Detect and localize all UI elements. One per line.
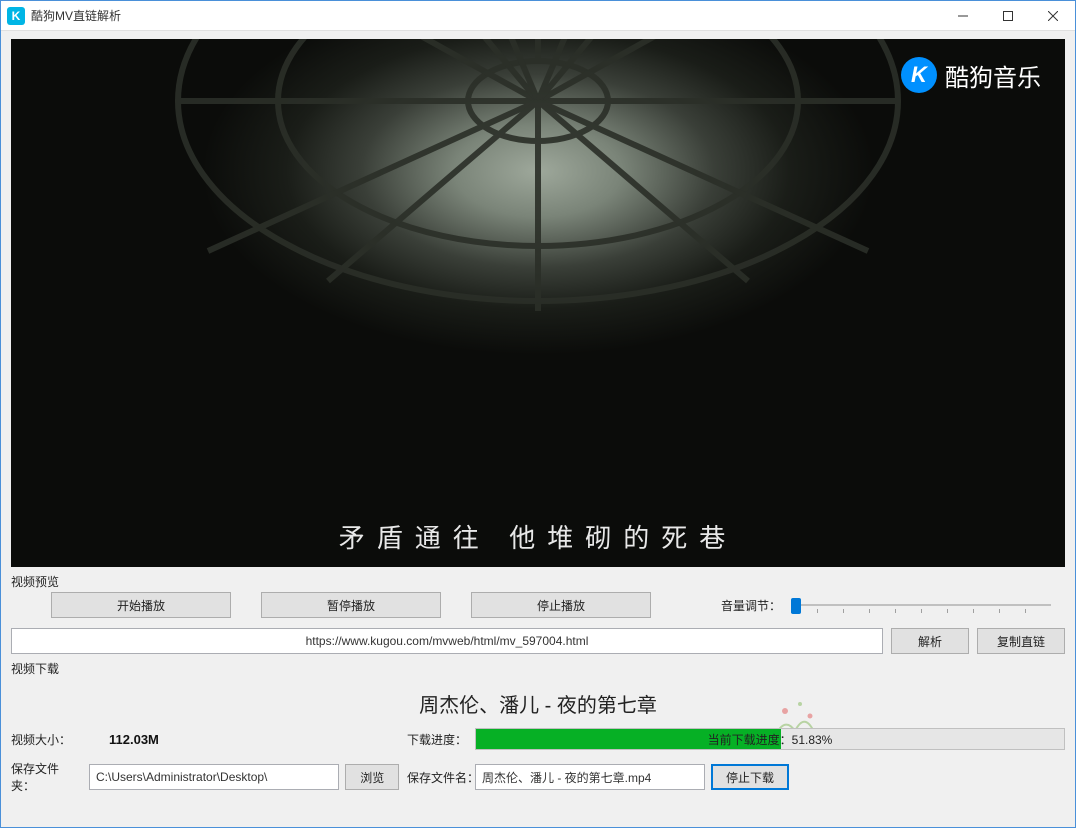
progress-text: 当前下载进度：51.83% <box>476 729 1064 749</box>
stop-download-button[interactable]: 停止下载 <box>711 764 789 790</box>
volume-slider-thumb[interactable] <box>791 598 801 614</box>
size-label: 视频大小： <box>11 731 81 748</box>
app-icon: K <box>7 7 25 25</box>
video-frame-image <box>11 39 1065 567</box>
volume-label: 音量调节： <box>721 597 781 614</box>
parse-button[interactable]: 解析 <box>891 628 969 654</box>
titlebar[interactable]: K 酷狗MV直链解析 <box>1 1 1075 31</box>
brand-name: 酷狗音乐 <box>945 58 1041 93</box>
pause-button[interactable]: 暂停播放 <box>261 592 441 618</box>
play-button[interactable]: 开始播放 <box>51 592 231 618</box>
app-window: K 酷狗MV直链解析 <box>0 0 1076 828</box>
song-title: 周杰伦、潘儿 - 夜的第七章 <box>11 689 1065 718</box>
dome-overlay <box>88 39 988 371</box>
content-area: K 酷狗音乐 矛盾通往 他堆砌的死巷 视频预览 开始播放 暂停播放 停止播放 音… <box>1 31 1075 827</box>
volume-slider[interactable] <box>791 595 1051 615</box>
folder-input[interactable] <box>89 764 339 790</box>
brand-watermark: K 酷狗音乐 <box>901 57 1041 93</box>
download-section: 周杰伦、潘儿 - 夜的第七章 小刀娱乐 视频大小： 112.03M 下载进度： … <box>11 683 1065 794</box>
copy-link-button[interactable]: 复制直链 <box>977 628 1065 654</box>
video-subtitle: 矛盾通往 他堆砌的死巷 <box>11 518 1065 555</box>
browse-button[interactable]: 浏览 <box>345 764 399 790</box>
preview-section-label: 视频预览 <box>11 573 1065 590</box>
stop-playback-button[interactable]: 停止播放 <box>471 592 651 618</box>
filename-input[interactable] <box>475 764 705 790</box>
brand-logo-icon: K <box>901 57 937 93</box>
minimize-button[interactable] <box>940 1 985 31</box>
video-preview[interactable]: K 酷狗音乐 矛盾通往 他堆砌的死巷 <box>11 39 1065 567</box>
maximize-button[interactable] <box>985 1 1030 31</box>
progress-bar: 当前下载进度：51.83% <box>475 728 1065 750</box>
download-section-label: 视频下载 <box>11 660 1065 677</box>
url-input[interactable] <box>11 628 883 654</box>
progress-label: 下载进度： <box>407 731 467 748</box>
filename-label: 保存文件名： <box>407 769 467 786</box>
close-button[interactable] <box>1030 1 1075 31</box>
folder-label: 保存文件夹： <box>11 760 81 794</box>
window-title: 酷狗MV直链解析 <box>31 7 121 24</box>
size-value: 112.03M <box>89 732 399 747</box>
url-row: 解析 复制直链 <box>11 628 1065 654</box>
playback-controls: 开始播放 暂停播放 停止播放 音量调节： <box>11 592 1065 624</box>
